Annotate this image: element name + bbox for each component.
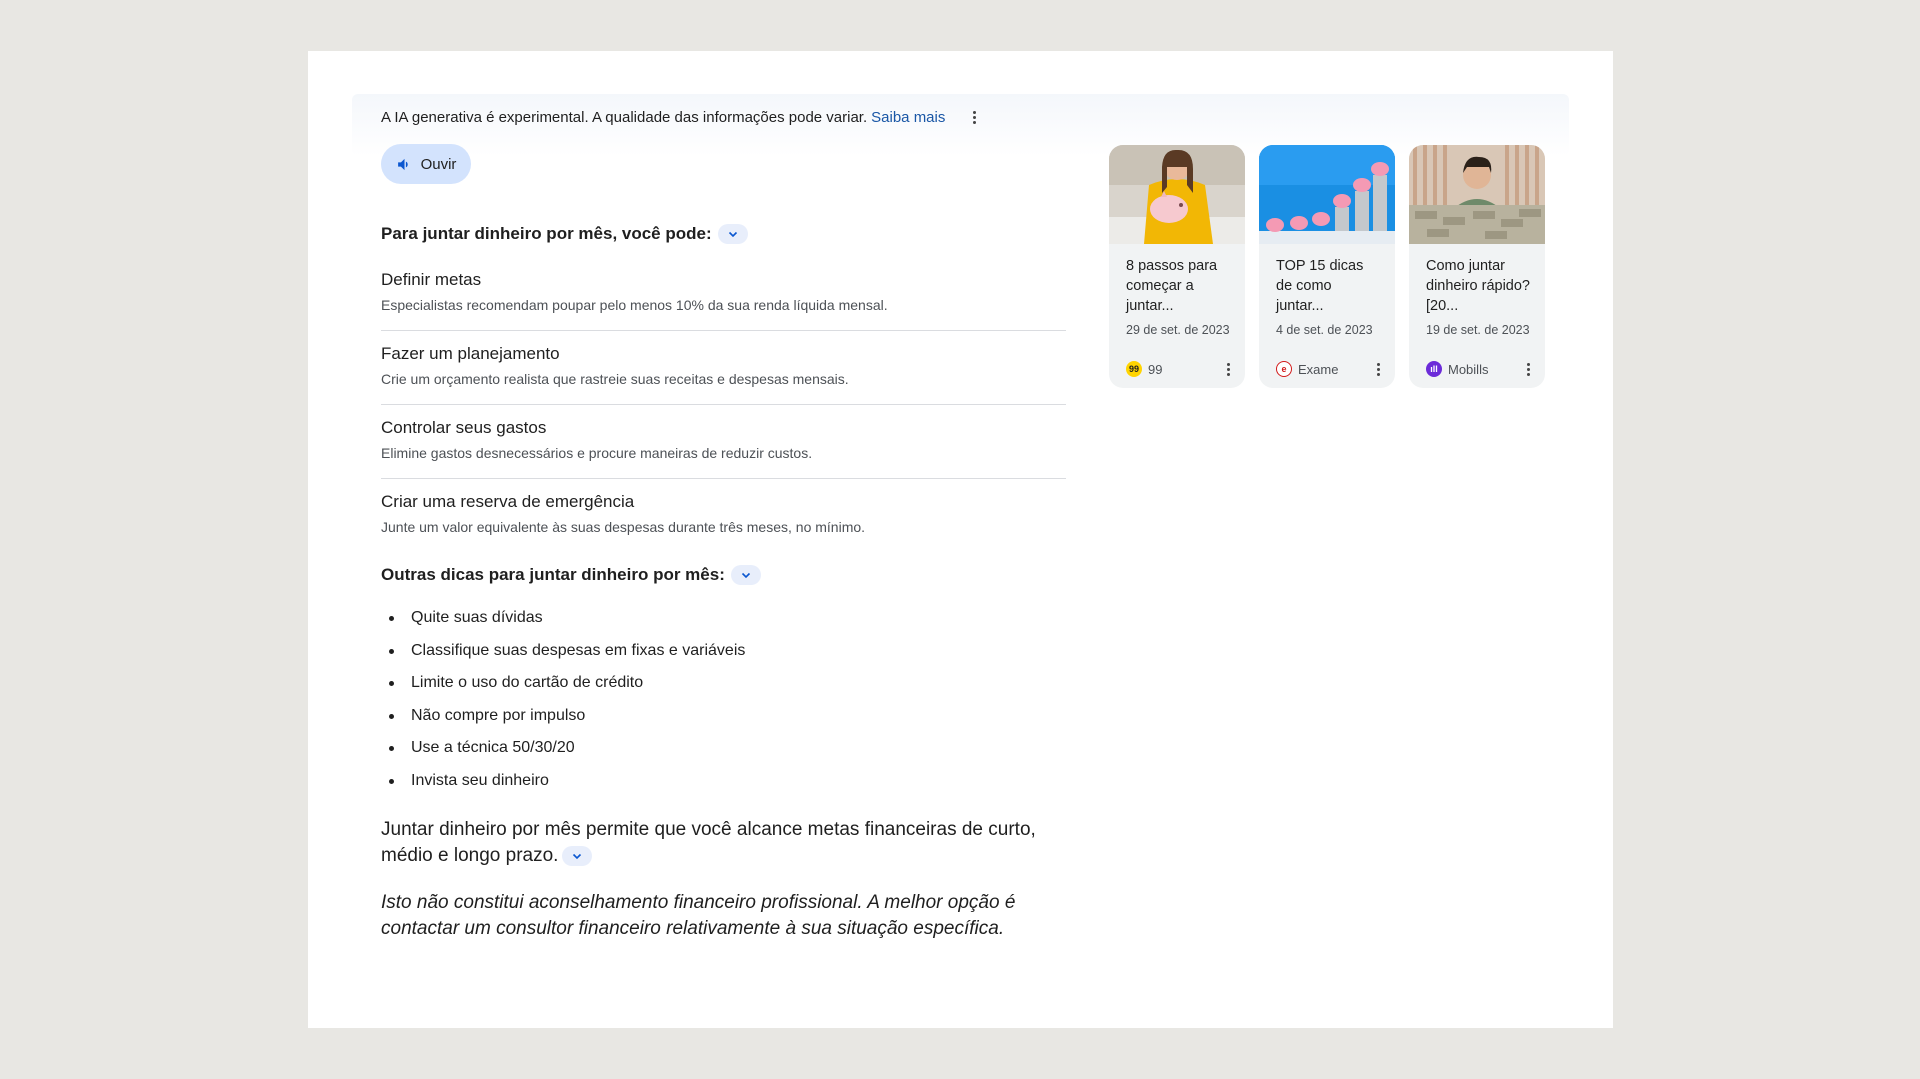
list-item: Criar uma reserva de emergência Junte um… bbox=[381, 479, 1066, 552]
article-thumbnail-piggy-banks-coins bbox=[1259, 145, 1395, 244]
source-card[interactable]: Como juntar dinheiro rápido? [20... 19 d… bbox=[1409, 145, 1545, 388]
more-options-icon[interactable] bbox=[1521, 361, 1535, 377]
summary-text: Juntar dinheiro por mês permite que você… bbox=[381, 819, 1036, 866]
more-options-icon[interactable] bbox=[1221, 361, 1235, 377]
list-item: Use a técnica 50/30/20 bbox=[381, 732, 1066, 765]
steps-list: Definir metas Especialistas recomendam p… bbox=[381, 257, 1066, 552]
list-item: Controlar seus gastos Elimine gastos des… bbox=[381, 405, 1066, 479]
card-source: ıll Mobills bbox=[1426, 361, 1535, 377]
listen-button[interactable]: Ouvir bbox=[381, 144, 471, 184]
expand-summary-button[interactable] bbox=[562, 845, 593, 866]
summary-paragraph: Juntar dinheiro por mês permite que você… bbox=[381, 817, 1066, 869]
tips-list: Quite suas dívidas Classifique suas desp… bbox=[381, 602, 1066, 797]
list-item: Não compre por impulso bbox=[381, 700, 1066, 733]
step-description: Junte um valor equivalente às suas despe… bbox=[381, 519, 866, 535]
source-logo-icon: 99 bbox=[1126, 361, 1142, 377]
list-item: Quite suas dívidas bbox=[381, 602, 1066, 635]
step-description: Especialistas recomendam poupar pelo men… bbox=[381, 297, 888, 313]
list-item: Fazer um planejamento Crie um orçamento … bbox=[381, 331, 1066, 405]
step-description: Crie um orçamento realista que rastreie … bbox=[381, 371, 849, 387]
source-logo-icon: e bbox=[1276, 361, 1292, 377]
section-heading-text: Outras dicas para juntar dinheiro por mê… bbox=[381, 565, 725, 584]
source-logo-icon: ıll bbox=[1426, 361, 1442, 377]
expand-section-button[interactable] bbox=[717, 224, 748, 244]
article-thumbnail-man-with-money bbox=[1409, 145, 1545, 244]
ai-disclaimer-notice: A IA generativa é experimental. A qualid… bbox=[381, 109, 981, 126]
step-title: Definir metas bbox=[381, 270, 482, 289]
more-options-icon[interactable] bbox=[1371, 361, 1385, 377]
section-heading-text: Para juntar dinheiro por mês, você pode: bbox=[381, 224, 712, 243]
source-name: 99 bbox=[1148, 361, 1163, 377]
card-title: TOP 15 dicas de como juntar... bbox=[1276, 258, 1364, 314]
card-date: 4 de set. de 2023 bbox=[1276, 323, 1373, 337]
card-date: 19 de set. de 2023 bbox=[1426, 323, 1530, 337]
section-heading: Para juntar dinheiro por mês, você pode: bbox=[381, 221, 1066, 247]
chevron-down-icon bbox=[573, 853, 582, 860]
card-date: 29 de set. de 2023 bbox=[1126, 323, 1230, 337]
article-thumbnail-woman-piggy-bank bbox=[1109, 145, 1245, 244]
card-source: e Exame bbox=[1276, 361, 1385, 377]
more-options-icon[interactable] bbox=[967, 110, 981, 126]
source-cards: 8 passos para começar a juntar... 29 de … bbox=[1109, 145, 1545, 388]
ai-notice-text: A IA generativa é experimental. A qualid… bbox=[381, 109, 868, 126]
source-name: Exame bbox=[1298, 361, 1339, 377]
card-title: Como juntar dinheiro rápido? [20... bbox=[1426, 258, 1530, 314]
chevron-down-icon bbox=[728, 231, 737, 238]
source-card[interactable]: 8 passos para começar a juntar... 29 de … bbox=[1109, 145, 1245, 388]
list-item: Classifique suas despesas em fixas e var… bbox=[381, 635, 1066, 668]
card-title: 8 passos para começar a juntar... bbox=[1126, 258, 1218, 314]
expand-section-button[interactable] bbox=[730, 565, 761, 585]
ai-overview-panel: A IA generativa é experimental. A qualid… bbox=[308, 51, 1613, 1028]
list-item: Definir metas Especialistas recomendam p… bbox=[381, 257, 1066, 331]
step-title: Criar uma reserva de emergência bbox=[381, 492, 635, 511]
step-description: Elimine gastos desnecessários e procure … bbox=[381, 445, 813, 461]
list-item: Invista seu dinheiro bbox=[381, 765, 1066, 798]
list-item: Limite o uso do cartão de crédito bbox=[381, 667, 1066, 700]
chevron-down-icon bbox=[741, 572, 750, 579]
learn-more-link[interactable]: Saiba mais bbox=[871, 109, 945, 126]
source-name: Mobills bbox=[1448, 361, 1489, 377]
financial-disclaimer: Isto não constitui aconselhamento financ… bbox=[381, 892, 1016, 939]
step-title: Controlar seus gastos bbox=[381, 418, 547, 437]
speaker-icon bbox=[397, 158, 408, 170]
card-source: 99 99 bbox=[1126, 361, 1235, 377]
answer-content: Para juntar dinheiro por mês, você pode:… bbox=[381, 221, 1066, 942]
listen-button-label: Ouvir bbox=[420, 155, 457, 173]
step-title: Fazer um planejamento bbox=[381, 344, 560, 363]
source-card[interactable]: TOP 15 dicas de como juntar... 4 de set.… bbox=[1259, 145, 1395, 388]
section-heading: Outras dicas para juntar dinheiro por mê… bbox=[381, 562, 1066, 588]
